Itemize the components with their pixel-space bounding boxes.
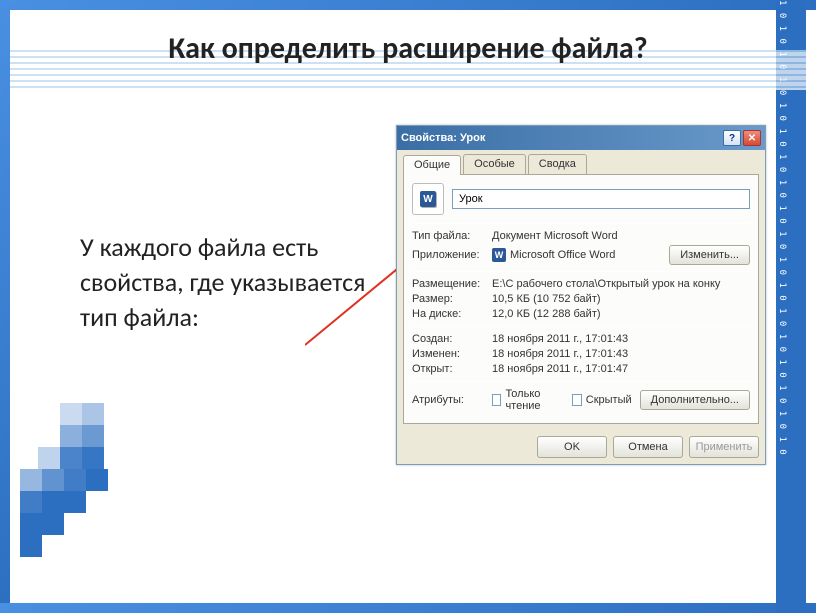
help-button[interactable]: ? bbox=[723, 130, 741, 146]
label-location: Размещение: bbox=[412, 278, 492, 290]
value-ondisk: 12,0 КБ (12 288 байт) bbox=[492, 308, 750, 320]
frame-pattern-right: 1 0 1 0 1 0 1 0 1 0 1 0 1 0 1 0 1 0 1 0 … bbox=[776, 0, 806, 613]
word-file-icon: W bbox=[412, 183, 444, 215]
label-app: Приложение: bbox=[412, 249, 492, 261]
word-app-icon: W bbox=[492, 248, 506, 262]
value-created: 18 ноября 2011 г., 17:01:43 bbox=[492, 333, 750, 345]
value-location: E:\С рабочего стола\Открытый урок на кон… bbox=[492, 278, 750, 290]
label-ondisk: На диске: bbox=[412, 308, 492, 320]
tab-special[interactable]: Особые bbox=[463, 154, 526, 174]
dialog-title: Свойства: Урок bbox=[401, 132, 485, 144]
filename-input[interactable] bbox=[452, 189, 750, 209]
tab-general[interactable]: Общие bbox=[403, 155, 461, 175]
dialog-titlebar[interactable]: Свойства: Урок ? ✕ bbox=[397, 126, 765, 150]
label-created: Создан: bbox=[412, 333, 492, 345]
hidden-checkbox[interactable] bbox=[572, 394, 581, 406]
tab-summary[interactable]: Сводка bbox=[528, 154, 587, 174]
cancel-button[interactable]: Отмена bbox=[613, 436, 683, 458]
value-modified: 18 ноября 2011 г., 17:01:43 bbox=[492, 348, 750, 360]
slide-body-text: У каждого файла есть свойства, где указы… bbox=[80, 230, 370, 335]
label-modified: Изменен: bbox=[412, 348, 492, 360]
corner-squares-decoration bbox=[20, 353, 170, 573]
ok-button[interactable]: OK bbox=[537, 436, 607, 458]
tab-strip: Общие Особые Сводка bbox=[397, 150, 765, 174]
apply-button[interactable]: Применить bbox=[689, 436, 759, 458]
readonly-label: Только чтение bbox=[505, 388, 559, 412]
tab-body-general: W Тип файла: Документ Microsoft Word При… bbox=[403, 174, 759, 424]
label-attributes: Атрибуты: bbox=[412, 394, 492, 406]
properties-dialog: Свойства: Урок ? ✕ Общие Особые Сводка W… bbox=[396, 125, 766, 465]
label-filetype: Тип файла: bbox=[412, 230, 492, 242]
label-opened: Открыт: bbox=[412, 363, 492, 375]
value-app: Microsoft Office Word bbox=[510, 249, 615, 261]
value-size: 10,5 КБ (10 752 байт) bbox=[492, 293, 750, 305]
close-button[interactable]: ✕ bbox=[743, 130, 761, 146]
value-filetype: Документ Microsoft Word bbox=[492, 230, 750, 242]
change-app-button[interactable]: Изменить... bbox=[669, 245, 750, 265]
dialog-button-row: OK Отмена Применить bbox=[397, 430, 765, 464]
value-opened: 18 ноября 2011 г., 17:01:47 bbox=[492, 363, 750, 375]
advanced-button[interactable]: Дополнительно... bbox=[640, 390, 750, 410]
hidden-label: Скрытый bbox=[586, 394, 632, 406]
frame-border-left bbox=[0, 0, 10, 613]
label-size: Размер: bbox=[412, 293, 492, 305]
slide-title: Как определить расширение файла? bbox=[0, 30, 816, 67]
frame-border-top bbox=[0, 0, 816, 10]
frame-border-bottom bbox=[0, 603, 816, 613]
readonly-checkbox[interactable] bbox=[492, 394, 501, 406]
